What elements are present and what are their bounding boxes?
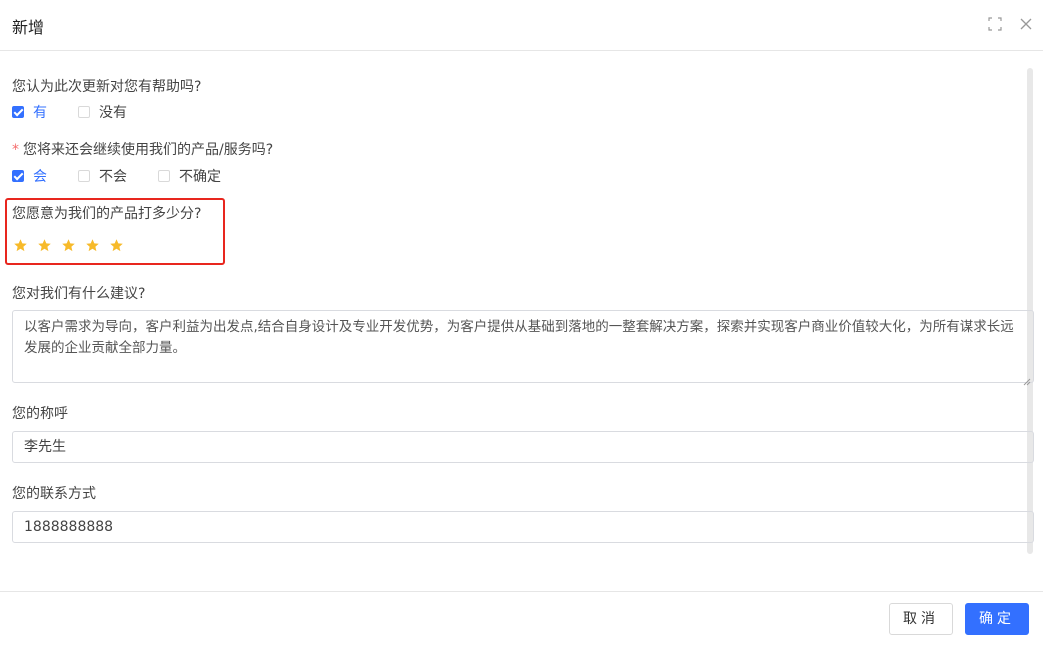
option-no[interactable]: 没有: [78, 102, 127, 122]
checkbox-checked[interactable]: [12, 170, 24, 182]
checkbox[interactable]: [78, 170, 90, 182]
option-label: 不确定: [179, 169, 221, 185]
contact-input[interactable]: 1888888888: [12, 511, 1034, 543]
option-unsure[interactable]: 不确定: [158, 166, 221, 186]
option-will[interactable]: 会: [12, 166, 47, 186]
required-mark: *: [12, 142, 19, 158]
checkbox[interactable]: [78, 106, 90, 118]
option-label: 不会: [99, 169, 127, 185]
dialog-header: 新增: [0, 0, 1043, 51]
question-rating-label: 您愿意为我们的产品打多少分?: [12, 206, 202, 222]
resize-handle-icon[interactable]: [1023, 372, 1031, 386]
confirm-button[interactable]: 确定: [965, 603, 1029, 635]
dialog-body: 您认为此次更新对您有帮助吗? 有 没有 * 您将来还会继续使用我们的产品/服务吗?…: [0, 51, 1043, 591]
fullscreen-icon[interactable]: [987, 16, 1003, 32]
question-continue-label: * 您将来还会继续使用我们的产品/服务吗?: [12, 139, 273, 159]
star-icon[interactable]: [37, 238, 52, 253]
close-icon[interactable]: [1018, 16, 1034, 32]
question-continue-text: 您将来还会继续使用我们的产品/服务吗?: [23, 142, 274, 158]
star-icon[interactable]: [109, 238, 124, 253]
cancel-button[interactable]: 取消: [889, 603, 953, 635]
question-suggestion-label: 您对我们有什么建议?: [12, 286, 146, 302]
star-icon[interactable]: [61, 238, 76, 253]
checkbox-checked[interactable]: [12, 106, 24, 118]
name-value: 李先生: [24, 439, 66, 455]
dialog: 新增 您认为此次更新对您有帮助吗? 有 没有 * 您将来还会继续使用我们的产品/服…: [0, 0, 1043, 651]
contact-value: 1888888888: [24, 519, 114, 535]
option-label: 没有: [99, 105, 127, 121]
dialog-footer: 取消 确定: [0, 591, 1043, 651]
option-label: 会: [33, 169, 47, 185]
suggestion-textarea[interactable]: 以客户需求为导向，客户利益为出发点,结合自身设计及专业开发优势，为客户提供从基础…: [12, 310, 1034, 386]
suggestion-text: 以客户需求为导向，客户利益为出发点,结合自身设计及专业开发优势，为客户提供从基础…: [24, 319, 1014, 356]
star-icon[interactable]: [85, 238, 100, 253]
checkbox[interactable]: [158, 170, 170, 182]
name-input[interactable]: 李先生: [12, 431, 1034, 463]
question-name-label: 您的称呼: [12, 406, 68, 422]
dialog-title: 新增: [12, 18, 45, 37]
question-contact-label: 您的联系方式: [12, 486, 96, 502]
star-icon[interactable]: [13, 238, 28, 253]
question-helpful-label: 您认为此次更新对您有帮助吗?: [12, 79, 202, 95]
option-label: 有: [33, 105, 47, 121]
option-will-not[interactable]: 不会: [78, 166, 127, 186]
option-yes[interactable]: 有: [12, 102, 47, 122]
